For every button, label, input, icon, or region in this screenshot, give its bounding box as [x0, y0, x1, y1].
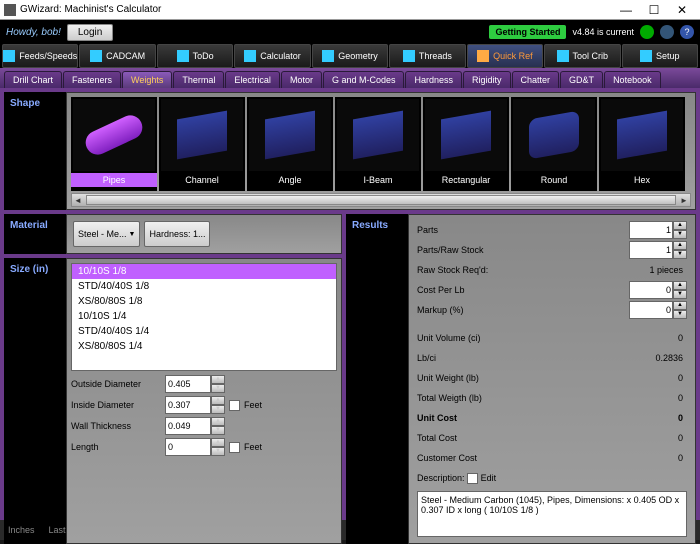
parts-spinner[interactable]: ▲▼	[673, 221, 687, 239]
tab-drill-chart[interactable]: Drill Chart	[4, 71, 62, 88]
list-item[interactable]: 10/10S 1/4	[72, 309, 336, 324]
shape-channel[interactable]: Channel	[159, 97, 245, 191]
cc-value: 0	[633, 453, 683, 463]
main-area: Shape Pipes Channel Angle I-Beam Rectang…	[0, 88, 700, 520]
edit-checkbox[interactable]	[467, 473, 478, 484]
shape-hex[interactable]: Hex	[599, 97, 685, 191]
size-panel: 10/10S 1/8 STD/40/40S 1/8 XS/80/80S 1/8 …	[66, 258, 342, 544]
list-item[interactable]: XS/80/80S 1/8	[72, 294, 336, 309]
help-icon[interactable]: ?	[680, 25, 694, 39]
app-icon	[4, 4, 16, 16]
tab-hardness[interactable]: Hardness	[405, 71, 462, 88]
status-icon[interactable]	[640, 25, 654, 39]
getting-started-button[interactable]: Getting Started	[489, 25, 566, 39]
globe-icon[interactable]	[660, 25, 674, 39]
tab-thermal[interactable]: Thermal	[173, 71, 224, 88]
lbci-value: 0.2836	[633, 353, 683, 363]
description-box[interactable]: Steel - Medium Carbon (1045), Pipes, Dim…	[417, 491, 687, 537]
len-label: Length	[71, 442, 161, 452]
hardness-button[interactable]: Hardness: 1...	[144, 221, 210, 247]
wt-label: Wall Thickness	[71, 421, 161, 431]
shape-strip: Pipes Channel Angle I-Beam Rectangular R…	[67, 93, 695, 191]
shape-scrollbar[interactable]: ◄►	[71, 193, 691, 207]
nav-calculator[interactable]: Calculator	[234, 44, 310, 68]
tab-motor[interactable]: Motor	[281, 71, 322, 88]
results-panel: Parts▲▼ Parts/Raw Stock▲▼ Raw Stock Req'…	[408, 214, 696, 544]
id-feet-checkbox[interactable]	[229, 400, 240, 411]
od-spinner[interactable]: ▲▼	[211, 375, 225, 393]
parts-input[interactable]	[629, 221, 673, 239]
nav-cadcam[interactable]: CADCAM	[79, 44, 155, 68]
nav-geometry[interactable]: Geometry	[312, 44, 388, 68]
list-item[interactable]: XS/80/80S 1/4	[72, 339, 336, 354]
tab-electrical[interactable]: Electrical	[225, 71, 280, 88]
version-label: v4.84 is current	[572, 27, 634, 37]
od-label: Outside Diameter	[71, 379, 161, 389]
nav-todo[interactable]: ToDo	[157, 44, 233, 68]
top-bar: Howdy, bob! Login Getting Started v4.84 …	[0, 20, 700, 44]
nav-setup[interactable]: Setup	[622, 44, 698, 68]
cpl-input[interactable]	[629, 281, 673, 299]
shape-panel: Pipes Channel Angle I-Beam Rectangular R…	[66, 92, 696, 210]
shape-round[interactable]: Round	[511, 97, 597, 191]
len-spinner[interactable]: ▲▼	[211, 438, 225, 456]
size-label: Size (in)	[4, 258, 66, 544]
maximize-button[interactable]: ☐	[640, 3, 668, 17]
size-listbox[interactable]: 10/10S 1/8 STD/40/40S 1/8 XS/80/80S 1/8 …	[71, 263, 337, 371]
minimize-button[interactable]: —	[612, 3, 640, 17]
nav-feeds-speeds[interactable]: Feeds/Speeds	[2, 44, 78, 68]
od-input[interactable]	[165, 375, 211, 393]
tab-chatter[interactable]: Chatter	[512, 71, 560, 88]
mkp-spinner[interactable]: ▲▼	[673, 301, 687, 319]
id-label: Inside Diameter	[71, 400, 161, 410]
len-feet-checkbox[interactable]	[229, 442, 240, 453]
uc-value: 0	[633, 413, 683, 423]
shape-angle[interactable]: Angle	[247, 97, 333, 191]
uw-value: 0	[633, 373, 683, 383]
nav-threads[interactable]: Threads	[389, 44, 465, 68]
tw-value: 0	[633, 393, 683, 403]
list-item[interactable]: STD/40/40S 1/4	[72, 324, 336, 339]
close-button[interactable]: ✕	[668, 3, 696, 17]
results-label: Results	[346, 214, 408, 544]
wt-spinner[interactable]: ▲▼	[211, 417, 225, 435]
material-combo[interactable]: Steel - Me...▼	[73, 221, 140, 247]
material-panel: Steel - Me...▼ Hardness: 1...	[66, 214, 342, 254]
tab-weights[interactable]: Weights	[122, 71, 172, 88]
greeting-label: Howdy, bob!	[6, 27, 61, 38]
rsr-value: 1 pieces	[633, 265, 683, 275]
sub-tabs: Drill Chart Fasteners Weights Thermal El…	[0, 68, 700, 88]
tab-gdt[interactable]: GD&T	[560, 71, 603, 88]
wt-input[interactable]	[165, 417, 211, 435]
tab-fasteners[interactable]: Fasteners	[63, 71, 121, 88]
list-item[interactable]: 10/10S 1/8	[72, 264, 336, 279]
tc-value: 0	[633, 433, 683, 443]
len-input[interactable]	[165, 438, 211, 456]
units-label: Inches	[8, 525, 35, 535]
mkp-input[interactable]	[629, 301, 673, 319]
cpl-spinner[interactable]: ▲▼	[673, 281, 687, 299]
tab-rigidity[interactable]: Rigidity	[463, 71, 511, 88]
material-label: Material	[4, 214, 66, 254]
list-item[interactable]: STD/40/40S 1/8	[72, 279, 336, 294]
nav-tool-crib[interactable]: Tool Crib	[544, 44, 620, 68]
window-title: GWizard: Machinist's Calculator	[20, 4, 161, 15]
prs-spinner[interactable]: ▲▼	[673, 241, 687, 259]
tab-gm-codes[interactable]: G and M-Codes	[323, 71, 405, 88]
prs-input[interactable]	[629, 241, 673, 259]
id-input[interactable]	[165, 396, 211, 414]
shape-pipes[interactable]: Pipes	[71, 97, 157, 191]
shape-ibeam[interactable]: I-Beam	[335, 97, 421, 191]
uv-value: 0	[633, 333, 683, 343]
shape-rectangular[interactable]: Rectangular	[423, 97, 509, 191]
id-spinner[interactable]: ▲▼	[211, 396, 225, 414]
shape-label: Shape	[4, 92, 66, 210]
nav-quick-ref[interactable]: Quick Ref	[467, 44, 543, 68]
title-bar: GWizard: Machinist's Calculator — ☐ ✕	[0, 0, 700, 20]
login-button[interactable]: Login	[67, 24, 113, 41]
tab-notebook[interactable]: Notebook	[604, 71, 661, 88]
main-nav: Feeds/Speeds CADCAM ToDo Calculator Geom…	[0, 44, 700, 68]
